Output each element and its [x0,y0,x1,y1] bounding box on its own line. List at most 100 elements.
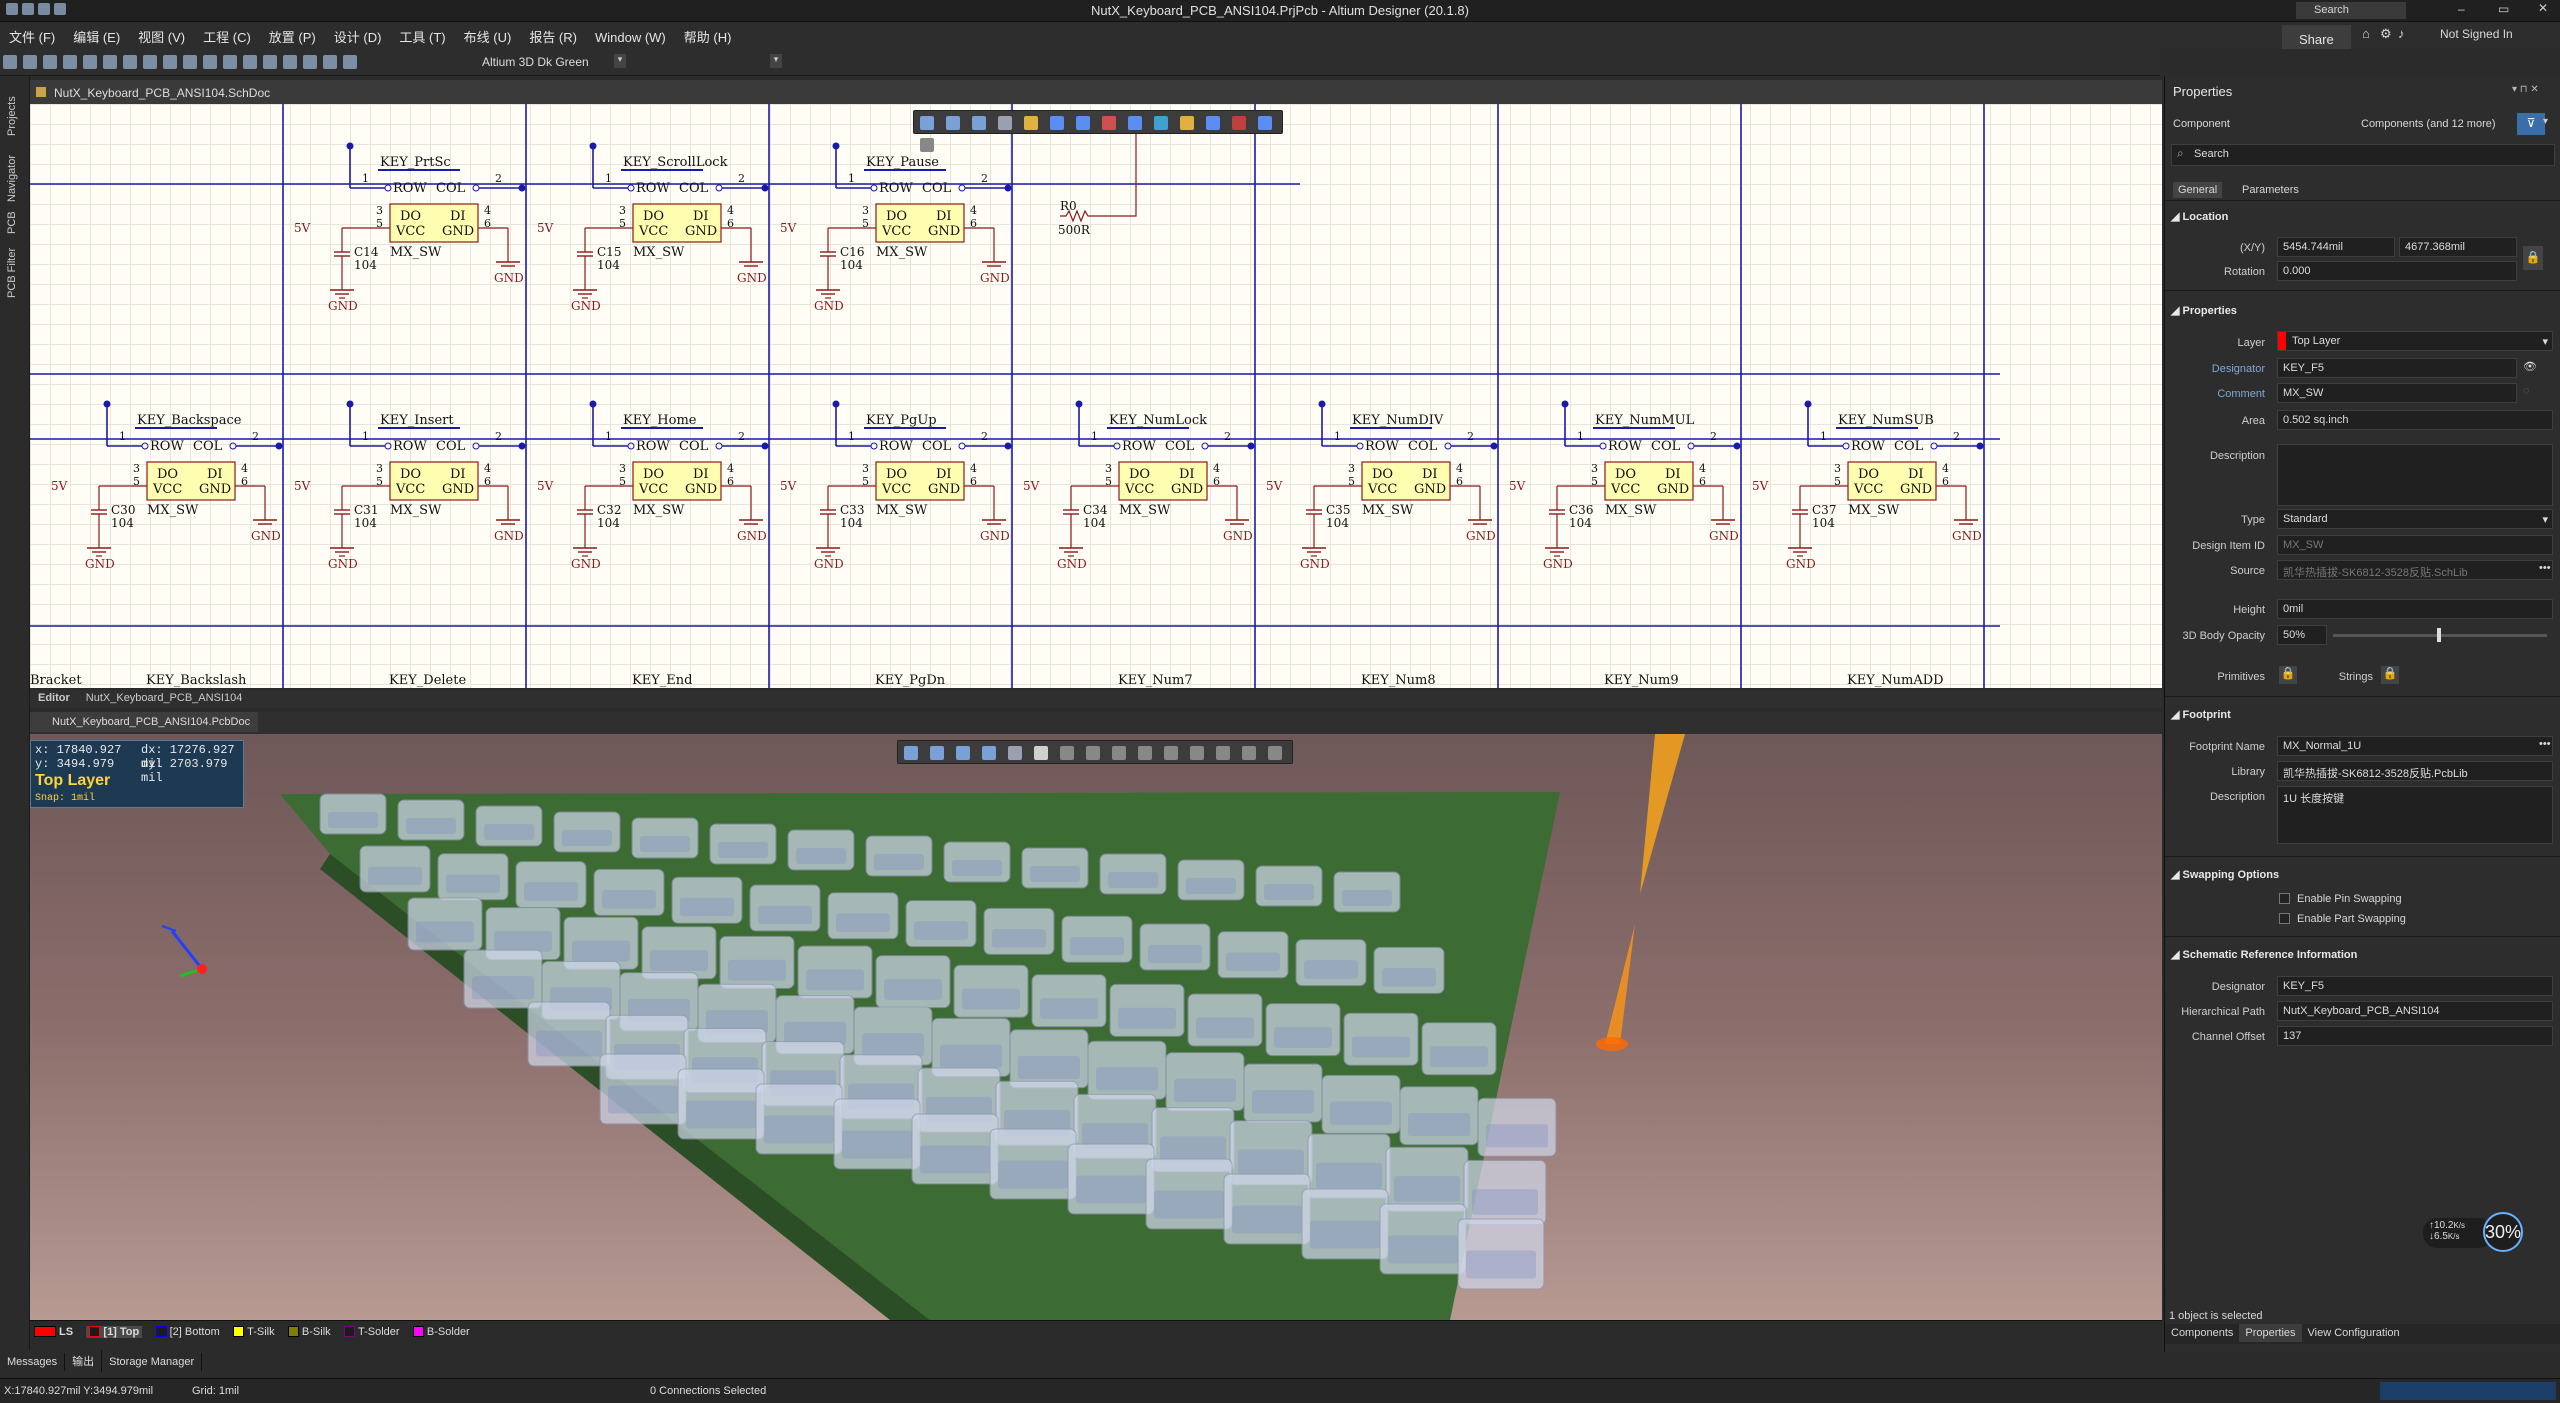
port-icon[interactable] [1180,116,1194,130]
interactive-route-icon[interactable] [1060,746,1074,760]
clear-filter-icon[interactable] [283,55,297,69]
crosshair-icon[interactable] [343,55,357,69]
bell-icon[interactable]: ♪ [2398,26,2405,41]
select-icon[interactable] [103,55,117,69]
part-swap-checkbox[interactable] [2279,913,2290,924]
move-icon[interactable] [956,746,970,760]
messages-tab[interactable]: Messages [0,1353,66,1371]
footprint-description-field[interactable]: 1U 长度按键 [2277,786,2553,844]
home-icon[interactable]: ⌂ [2362,26,2370,41]
pcb-3d-view[interactable] [30,734,2162,1320]
undo-icon[interactable] [303,55,317,69]
menu-file[interactable]: 文件 (F) [0,22,64,46]
navigator-panel-tab[interactable]: Navigator [6,140,24,202]
projects-panel-tab[interactable]: Projects [6,84,24,136]
comment-field[interactable]: MX_SW [2277,383,2517,403]
primitives-lock-icon[interactable]: 🔒 [2279,666,2297,684]
more-icon[interactable]: ••• [2539,738,2551,750]
power-port-icon[interactable] [1102,116,1116,130]
close-button[interactable]: ✕ [2538,1,2548,15]
pcb-doc-tab[interactable]: NutX_Keyboard_PCB_ANSI104.PcbDoc [30,712,259,732]
tab-parameters[interactable]: Parameters [2237,182,2304,198]
via-icon[interactable] [1112,746,1126,760]
editor-tab[interactable]: Editor [30,690,78,706]
route-icon[interactable] [930,746,944,760]
folder-icon[interactable] [23,55,37,69]
diff-pair-icon[interactable] [1086,746,1100,760]
pcb-panel-tab[interactable]: PCB [6,206,24,234]
menu-place[interactable]: 放置 (P) [260,22,325,46]
text-icon[interactable] [1258,116,1272,130]
designator-field[interactable]: KEY_F5 [2277,358,2517,378]
polygon-icon[interactable] [1164,746,1178,760]
editor-pcb-tab[interactable]: NutX_Keyboard_PCB_ANSI104 [78,690,251,706]
menu-design[interactable]: 设计 (D) [325,22,391,46]
y-field[interactable]: 4677.368mil [2399,237,2517,257]
chart-icon[interactable] [1216,746,1230,760]
rotation-field[interactable]: 0.000 [2277,261,2517,281]
layer-tab-tsolder[interactable]: T-Solder [344,1326,400,1338]
view-configuration-tab[interactable]: View Configuration [2302,1324,2406,1342]
tray-icons[interactable] [2380,1382,2556,1400]
hidden-icon[interactable]: ◌ [2523,385,2530,397]
storage-manager-tab[interactable]: Storage Manager [102,1353,203,1371]
filter-icon[interactable]: ⊽ [2517,113,2545,135]
schematic-canvas[interactable]: KEY_PrtSc 1 2 ROW COL DO DI VCC GND 3 5 4 6 MX_SW 5V C1… [30,104,2162,688]
section-properties[interactable]: ◢ Properties [2171,304,2237,317]
filter-icon[interactable] [904,746,918,760]
redo-icon[interactable] [323,55,337,69]
dimension-icon[interactable] [1190,746,1204,760]
schematic-doc-tab[interactable]: NutX_Keyboard_PCB_ANSI104.SchDoc [34,84,276,102]
height-field[interactable]: 0mil [2277,599,2553,619]
type-select[interactable]: Standard ▾ [2277,509,2553,529]
global-search-input[interactable]: Search [2296,2,2406,19]
visibility-icon[interactable]: 👁 [2523,360,2537,373]
chevron-down-icon[interactable]: ▾ [614,54,626,68]
menu-tools[interactable]: 工具 (T) [390,22,454,46]
lock-icon[interactable]: 🔒 [2523,246,2543,270]
section-location[interactable]: ◢ Location [2171,210,2228,223]
harness-icon[interactable] [1154,116,1168,130]
pcb-filter-panel-tab[interactable]: PCB Filter [6,238,24,298]
text-icon[interactable] [1242,746,1256,760]
toolbar-overflow-icon[interactable]: ▾ [770,54,782,68]
bus-icon[interactable] [1076,116,1090,130]
align-icon[interactable] [1008,746,1022,760]
zoom-icon[interactable] [63,55,77,69]
menu-project[interactable]: 工程 (C) [194,22,260,46]
layer-select[interactable]: Top Layer ▾ [2277,331,2553,351]
menu-edit[interactable]: 编辑 (E) [64,22,129,46]
cut-icon[interactable] [143,55,157,69]
line-icon[interactable] [1268,746,1282,760]
pin-swap-checkbox[interactable] [2279,893,2290,904]
section-footprint[interactable]: ◢ Footprint [2171,708,2231,721]
share-button[interactable]: Share [2282,25,2351,49]
gear-icon[interactable]: ⚙ [2380,26,2392,42]
quick-access-toolbar[interactable] [4,3,68,18]
opacity-slider-thumb[interactable] [2437,628,2441,642]
opacity-field[interactable]: 50% [2277,625,2327,645]
align-icon[interactable] [998,116,1012,130]
layer-tab-ls[interactable]: LS [34,1326,73,1338]
paste-icon[interactable] [183,55,197,69]
menu-help[interactable]: 帮助 (H) [675,22,741,46]
menu-route[interactable]: 布线 (U) [455,22,521,46]
minimize-button[interactable]: – [2458,2,2465,16]
tab-general[interactable]: General [2173,182,2223,198]
select-area-icon[interactable] [223,55,237,69]
footprint-name-field[interactable]: MX_Normal_1U [2277,736,2553,756]
cross-icon[interactable] [243,55,257,69]
output-tab[interactable]: 输出 [65,1350,103,1372]
copy-icon[interactable] [163,55,177,69]
chevron-down-icon[interactable]: ▾ [2543,116,2548,127]
section-swapping[interactable]: ◢ Swapping Options [2171,868,2279,881]
layer-tab-bottom[interactable]: [2] Bottom [155,1326,220,1338]
directive-icon[interactable] [1206,116,1220,130]
move-icon[interactable] [123,55,137,69]
place-part-icon[interactable] [1024,116,1038,130]
net-label-icon[interactable] [1128,116,1142,130]
layer-tab-bsilk[interactable]: B-Silk [287,1326,331,1338]
arc-icon[interactable] [920,138,934,152]
fill-icon[interactable] [1138,746,1152,760]
select-area-icon[interactable] [982,746,996,760]
